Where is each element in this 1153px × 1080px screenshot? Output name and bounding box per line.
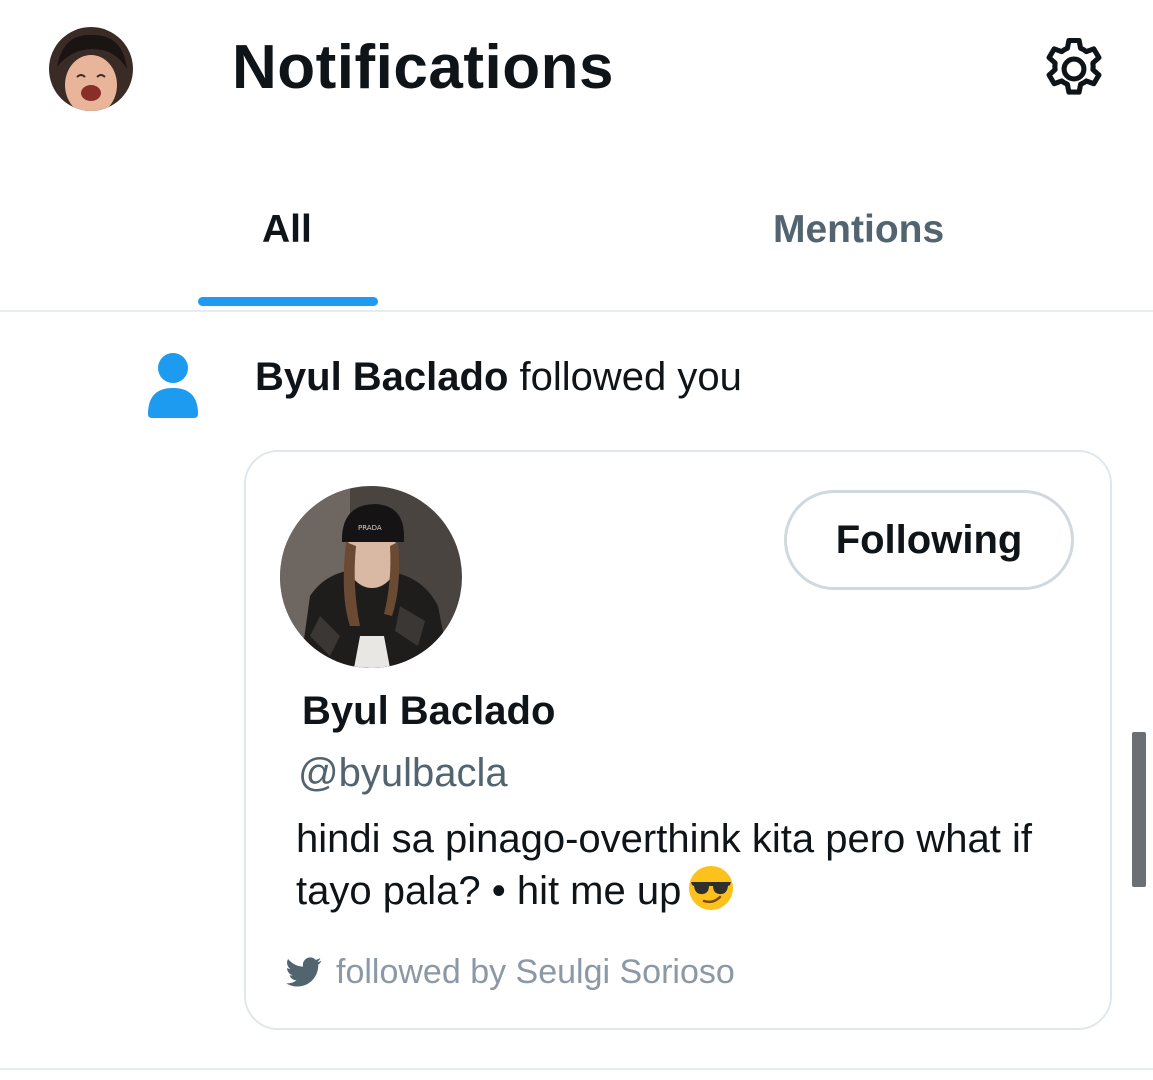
active-tab-indicator <box>198 297 378 306</box>
user-card-avatar[interactable]: PRADA <box>280 486 462 668</box>
gear-icon[interactable] <box>1038 33 1110 105</box>
user-card[interactable]: PRADA Following Byul Baclado @byulbacla … <box>244 450 1112 1030</box>
user-card-name[interactable]: Byul Baclado <box>302 686 555 736</box>
user-avatar[interactable] <box>49 27 133 111</box>
tab-mentions[interactable]: Mentions <box>773 208 944 252</box>
page-title: Notifications <box>232 33 614 102</box>
person-icon <box>145 352 201 418</box>
user-card-handle[interactable]: @byulbacla <box>298 748 508 798</box>
user-card-bio: hindi sa pinago-overthink kita pero what… <box>296 814 1096 916</box>
svg-text:PRADA: PRADA <box>358 524 382 532</box>
tab-bar: All Mentions <box>0 190 1153 312</box>
following-button[interactable]: Following <box>784 490 1074 590</box>
notification-action: followed you <box>519 355 742 399</box>
divider <box>0 1068 1153 1070</box>
notification-user-name[interactable]: Byul Baclado <box>255 355 508 399</box>
user-card-bio-text: hindi sa pinago-overthink kita pero what… <box>296 817 1032 913</box>
twitter-bird-icon <box>286 954 322 990</box>
followed-by: followed by Seulgi Sorioso <box>286 950 735 994</box>
sunglasses-emoji-icon <box>687 864 735 912</box>
tab-all[interactable]: All <box>262 208 312 252</box>
scrollbar[interactable] <box>1132 732 1146 887</box>
header: Notifications <box>0 0 1153 140</box>
notification-text: Byul Baclado followed you <box>255 351 742 403</box>
followed-by-text[interactable]: followed by Seulgi Sorioso <box>336 953 735 992</box>
